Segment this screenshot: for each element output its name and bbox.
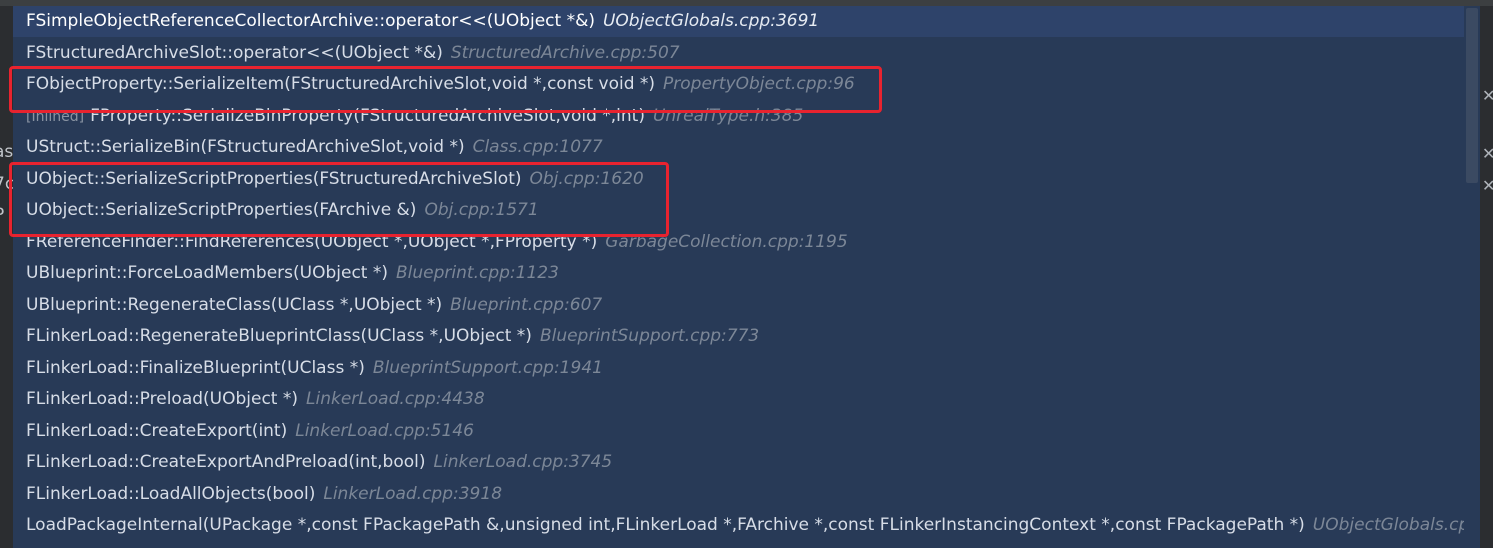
- stack-frame[interactable]: UObject::SerializeScriptProperties(FStru…: [13, 164, 1480, 195]
- popup-scrollbar-thumb[interactable]: [1466, 8, 1478, 183]
- frame-function: UObject::SerializeScriptProperties(FArch…: [26, 200, 417, 220]
- stack-frame[interactable]: LoadPackageInternal(UPackage *,const FPa…: [13, 510, 1480, 541]
- frame-file-location[interactable]: LinkerLoad.cpp:3745: [434, 452, 613, 472]
- frame-file-location[interactable]: BlueprintSupport.cpp:773: [540, 326, 759, 346]
- editor-text-fragment: P: [0, 205, 4, 225]
- frame-file-location[interactable]: StructuredArchive.cpp:507: [451, 43, 680, 63]
- frame-file-location[interactable]: Obj.cpp:1620: [530, 169, 644, 189]
- frame-function: FSimpleObjectReferenceCollectorArchive::…: [26, 11, 595, 31]
- stack-frame[interactable]: FLinkerLoad::FinalizeBlueprint(UClass *)…: [13, 353, 1480, 384]
- stack-frame[interactable]: UObject::SerializeScriptProperties(FArch…: [13, 195, 1480, 226]
- frame-function: FLinkerLoad::FinalizeBlueprint(UClass *): [26, 358, 365, 378]
- frame-function: FStructuredArchiveSlot::operator<<(UObje…: [26, 43, 443, 63]
- frame-function: FLinkerLoad::Preload(UObject *): [26, 389, 299, 409]
- frame-file-location[interactable]: Class.cpp:1077: [473, 137, 603, 157]
- stack-frame[interactable]: FLinkerLoad::LoadAllObjects(bool) LinkerL…: [13, 479, 1480, 510]
- editor-text-fragment: 7c: [0, 174, 13, 194]
- frame-file-location[interactable]: LinkerLoad.cpp:4438: [306, 389, 485, 409]
- frame-function: UBlueprint::ForceLoadMembers(UObject *): [26, 263, 388, 283]
- stack-frame[interactable]: FStructuredArchiveSlot::operator<<(UObje…: [13, 38, 1480, 69]
- frame-file-location[interactable]: LinkerLoad.cpp:5146: [295, 421, 474, 441]
- editor-right-edge: ✕ ✕ ✕: [1480, 6, 1493, 548]
- close-icon[interactable]: ✕: [1482, 146, 1493, 162]
- stack-frame[interactable]: UStruct::SerializeBin(FStructuredArchive…: [13, 132, 1480, 163]
- frame-file-location[interactable]: Obj.cpp:1571: [424, 200, 538, 220]
- stack-frame[interactable]: FLinkerLoad::CreateExport(int) LinkerLoad…: [13, 416, 1480, 447]
- stack-frame-selected[interactable]: FSimpleObjectReferenceCollectorArchive::…: [13, 6, 1480, 37]
- frame-file-location[interactable]: GarbageCollection.cpp:1195: [605, 232, 847, 252]
- stack-frame[interactable]: FLinkerLoad::RegenerateBlueprintClass(UC…: [13, 321, 1480, 352]
- editor-left-edge: as 7c P: [0, 6, 13, 548]
- stack-frame[interactable]: FLinkerLoad::CreateExportAndPreload(int,…: [13, 447, 1480, 478]
- stack-frame[interactable]: FLinkerLoad::Preload(UObject *) LinkerLoa…: [13, 384, 1480, 415]
- frame-file-location[interactable]: UObjectGlobals.cpp:3691: [603, 11, 819, 31]
- frame-function: FLinkerLoad::CreateExportAndPreload(int,…: [26, 452, 426, 472]
- frame-file-location[interactable]: Blueprint.cpp:607: [450, 295, 602, 315]
- frame-function: UStruct::SerializeBin(FStructuredArchive…: [26, 137, 465, 157]
- frame-function: LoadPackageInternal(UPackage *,const FPa…: [26, 515, 1305, 535]
- frame-function: FReferenceFinder::FindReferences(UObject…: [26, 232, 598, 252]
- frame-file-location[interactable]: BlueprintSupport.cpp:1941: [373, 358, 603, 378]
- frame-function: FObjectProperty::SerializeItem(FStructur…: [26, 74, 656, 94]
- stack-frame[interactable]: UBlueprint::ForceLoadMembers(UObject *) B…: [13, 258, 1480, 289]
- stack-frame[interactable]: FReferenceFinder::FindReferences(UObject…: [13, 227, 1480, 258]
- frame-file-location[interactable]: LinkerLoad.cpp:3918: [323, 484, 502, 504]
- frame-function: FLinkerLoad::LoadAllObjects(bool): [26, 484, 316, 504]
- frame-function: FLinkerLoad::CreateExport(int): [26, 421, 288, 441]
- frame-file-location[interactable]: Blueprint.cpp:1123: [396, 263, 559, 283]
- stack-frame[interactable]: UBlueprint::RegenerateClass(UClass *,UOb…: [13, 290, 1480, 321]
- call-stack-popup: FSimpleObjectReferenceCollectorArchive::…: [13, 6, 1480, 548]
- frame-function: FProperty::SerializeBinProperty(FStructu…: [90, 106, 645, 126]
- frame-file-location[interactable]: UObjectGlobals.cpp:: [1313, 515, 1480, 535]
- close-icon[interactable]: ✕: [1482, 178, 1493, 194]
- close-icon[interactable]: ✕: [1482, 88, 1493, 104]
- editor-text-fragment: as: [0, 142, 13, 162]
- inlined-tag: [Inlined]: [26, 109, 85, 125]
- frame-file-location[interactable]: UnrealType.h:385: [653, 106, 803, 126]
- frame-function: UObject::SerializeScriptProperties(FStru…: [26, 169, 522, 189]
- frame-function: FLinkerLoad::RegenerateBlueprintClass(UC…: [26, 326, 532, 346]
- frame-function: UBlueprint::RegenerateClass(UClass *,UOb…: [26, 295, 443, 315]
- stack-frame[interactable]: [Inlined] FProperty::SerializeBinProperty…: [13, 101, 1480, 132]
- frame-file-location[interactable]: PropertyObject.cpp:96: [663, 74, 855, 94]
- stack-frame[interactable]: FObjectProperty::SerializeItem(FStructur…: [13, 69, 1480, 100]
